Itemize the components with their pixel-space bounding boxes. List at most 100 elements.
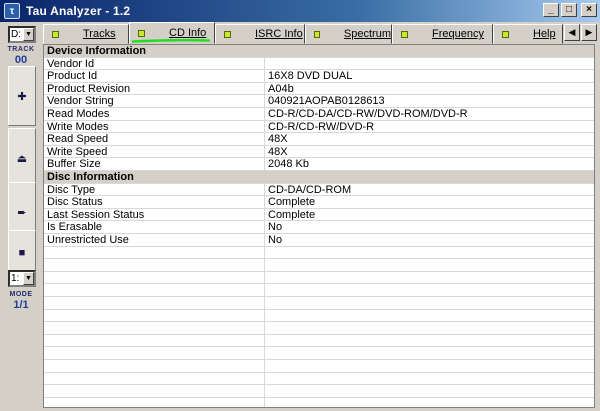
empty-cell bbox=[44, 397, 265, 407]
mode-value: 1/1 bbox=[13, 299, 29, 311]
table-row[interactable]: Disc Status Complete bbox=[44, 196, 594, 209]
empty-row bbox=[44, 284, 594, 297]
property-name: Last Session Status bbox=[44, 208, 265, 221]
window-title: Tau Analyzer - 1.2 bbox=[26, 4, 131, 18]
tab-indicator-icon bbox=[52, 30, 59, 38]
table-row[interactable]: Read Modes CD-R/CD-DA/CD-RW/DVD-ROM/DVD-R bbox=[44, 108, 594, 121]
tab-label: Spectrum bbox=[343, 28, 391, 40]
tab-isrc-info[interactable]: ISRC Info bbox=[215, 24, 305, 44]
track-label: TRACK bbox=[7, 46, 35, 53]
maximize-button[interactable]: □ bbox=[561, 3, 577, 17]
property-value: CD-DA/CD-ROM bbox=[268, 183, 352, 196]
tab-indicator-icon bbox=[314, 30, 320, 38]
property-value: CD-R/CD-DA/CD-RW/DVD-ROM/DVD-R bbox=[268, 108, 468, 120]
table-row[interactable]: Product Id 16X8 DVD DUAL bbox=[44, 70, 594, 83]
empty-cell bbox=[44, 347, 265, 359]
table-row[interactable]: Is Erasable No bbox=[44, 221, 594, 234]
annotation-underline bbox=[131, 39, 211, 43]
property-name: Read Modes bbox=[44, 108, 265, 120]
table-row[interactable]: Write Speed 48X bbox=[44, 145, 594, 159]
add-button[interactable]: ✚ bbox=[8, 66, 36, 126]
window-controls: _ □ × bbox=[543, 3, 597, 17]
tab-strip: Tracks CD Info ISRC Info Spectrum Freque… bbox=[41, 22, 600, 44]
tab-frequency[interactable]: Frequency bbox=[392, 24, 493, 44]
chevron-down-icon[interactable]: ▼ bbox=[23, 272, 34, 285]
property-name: Product Id bbox=[44, 70, 265, 82]
drive-select[interactable]: D: ▼ bbox=[8, 26, 36, 43]
tab-tracks[interactable]: Tracks bbox=[43, 24, 129, 44]
property-value: No bbox=[268, 221, 283, 233]
section-header: Device Information bbox=[44, 45, 594, 58]
section-title: Device Information bbox=[47, 45, 147, 57]
mode-select[interactable]: 1: ▼ bbox=[8, 270, 36, 287]
empty-cell bbox=[265, 385, 594, 397]
empty-cell bbox=[44, 246, 265, 259]
empty-cell bbox=[44, 271, 265, 284]
arrow-right-icon: ➨ bbox=[17, 206, 27, 219]
empty-row bbox=[44, 347, 594, 360]
mode-select-value: 1: bbox=[11, 273, 20, 284]
empty-row bbox=[44, 309, 594, 323]
chevron-down-icon[interactable]: ▼ bbox=[23, 28, 34, 41]
property-name: Write Modes bbox=[44, 120, 265, 133]
property-value: CD-R/CD-RW/DVD-R bbox=[268, 120, 375, 133]
stop-icon: ■ bbox=[18, 247, 26, 259]
close-button[interactable]: × bbox=[581, 3, 597, 17]
section-title: Disc Information bbox=[47, 171, 134, 183]
property-value: A04b bbox=[268, 82, 294, 95]
table-row[interactable]: Buffer Size 2048 Kb bbox=[44, 158, 594, 171]
eject-button[interactable]: ⏏ bbox=[8, 128, 36, 188]
property-name: Vendor Id bbox=[44, 57, 265, 70]
empty-cell bbox=[265, 247, 594, 259]
tab-indicator-icon bbox=[224, 30, 231, 38]
empty-cell bbox=[44, 259, 265, 271]
eject-icon: ⏏ bbox=[16, 152, 28, 165]
property-value: 040921AOPAB0128613 bbox=[268, 95, 385, 107]
empty-cell bbox=[44, 385, 265, 397]
empty-cell bbox=[265, 398, 594, 407]
drive-select-value: D: bbox=[11, 29, 21, 40]
empty-cell bbox=[265, 297, 594, 309]
empty-cell bbox=[265, 322, 594, 334]
tab-label: Tracks bbox=[83, 28, 116, 40]
tab-indicator-icon bbox=[401, 30, 408, 38]
table-row[interactable]: Disc Type CD-DA/CD-ROM bbox=[44, 183, 594, 197]
empty-cell bbox=[44, 297, 265, 309]
property-value: 48X bbox=[268, 145, 288, 158]
property-name: Is Erasable bbox=[44, 221, 265, 233]
empty-row bbox=[44, 259, 594, 272]
tab-spectrum[interactable]: Spectrum bbox=[305, 24, 392, 44]
tab-label: Frequency bbox=[432, 28, 484, 40]
empty-row bbox=[44, 372, 594, 386]
title-bar: τ Tau Analyzer - 1.2 _ □ × bbox=[0, 0, 600, 22]
property-name: Product Revision bbox=[44, 82, 265, 95]
property-name: Vendor String bbox=[44, 95, 265, 107]
table-row[interactable]: Vendor Id bbox=[44, 57, 594, 71]
table-row[interactable]: Last Session Status Complete bbox=[44, 208, 594, 222]
empty-cell bbox=[44, 360, 265, 372]
table-row[interactable]: Write Modes CD-R/CD-RW/DVD-R bbox=[44, 120, 594, 134]
empty-cell bbox=[44, 322, 265, 334]
property-value: 2048 Kb bbox=[268, 158, 309, 170]
empty-cell bbox=[265, 259, 594, 271]
property-value bbox=[265, 58, 594, 70]
property-value: Complete bbox=[268, 208, 316, 221]
plus-icon: ✚ bbox=[17, 90, 27, 103]
empty-cell bbox=[265, 272, 594, 284]
tab-label: Help bbox=[533, 28, 556, 40]
table-row[interactable]: Product Revision A04b bbox=[44, 82, 594, 96]
tab-scroll-right-button[interactable]: ▶ bbox=[581, 24, 597, 41]
property-name: Disc Status bbox=[44, 196, 265, 208]
property-name: Buffer Size bbox=[44, 158, 265, 170]
table-row[interactable]: Read Speed 48X bbox=[44, 133, 594, 146]
left-toolbar: D: ▼ TRACK 00 ✚ ⏏ ➨ ■ 1: ▼ MODE 1/1 bbox=[0, 22, 40, 411]
table-row[interactable]: Unrestricted Use No bbox=[44, 234, 594, 247]
property-value: 16X8 DVD DUAL bbox=[268, 70, 353, 82]
tab-scroll-left-button[interactable]: ◀ bbox=[564, 24, 580, 41]
property-value: Complete bbox=[268, 196, 316, 208]
property-value: 48X bbox=[268, 133, 288, 145]
minimize-button[interactable]: _ bbox=[543, 3, 559, 17]
table-row[interactable]: Vendor String 040921AOPAB0128613 bbox=[44, 95, 594, 108]
property-name: Write Speed bbox=[44, 145, 265, 158]
tab-help[interactable]: Help bbox=[493, 24, 563, 44]
